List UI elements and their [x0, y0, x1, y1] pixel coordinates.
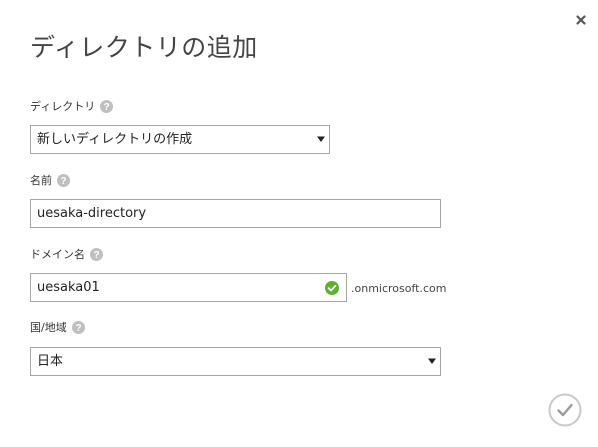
name-label-text: 名前 — [30, 174, 52, 187]
directory-select-value: 新しいディレクトリの作成 — [37, 132, 193, 147]
region-select-value: 日本 — [37, 354, 64, 369]
submit-button[interactable] — [548, 393, 582, 427]
checkmark-circle-icon — [548, 393, 582, 427]
help-icon[interactable]: ? — [100, 99, 114, 113]
name-label: 名前 ? — [30, 172, 70, 188]
region-select[interactable]: 日本 — [30, 347, 441, 376]
svg-text:?: ? — [75, 323, 81, 334]
help-icon[interactable]: ? — [90, 247, 103, 261]
svg-text:?: ? — [60, 176, 66, 187]
domain-label-text: ドメイン名 — [30, 248, 85, 261]
domain-suffix: .onmicrosoft.com — [351, 282, 447, 295]
name-input[interactable] — [30, 199, 441, 228]
svg-text:?: ? — [93, 250, 99, 261]
domain-label: ドメイン名 ? — [30, 246, 103, 262]
directory-select[interactable]: 新しいディレクトリの作成 — [30, 125, 330, 154]
valid-check-icon — [325, 281, 339, 295]
directory-label-text: ディレクトリ — [30, 100, 96, 113]
add-directory-dialog: ディレクトリの追加 ディレクトリ ? 新しいディレクトリの作成 名前 ? ドメイ… — [0, 0, 598, 447]
close-icon — [576, 15, 586, 25]
close-button[interactable] — [571, 10, 591, 30]
help-icon[interactable]: ? — [71, 320, 85, 334]
chevron-down-icon — [317, 135, 325, 143]
directory-label: ディレクトリ ? — [30, 98, 114, 114]
region-label-text: 国/地域 — [30, 321, 67, 334]
svg-text:?: ? — [104, 102, 110, 113]
help-icon[interactable]: ? — [57, 173, 70, 187]
dialog-title: ディレクトリの追加 — [30, 33, 258, 62]
chevron-down-icon — [428, 357, 436, 365]
region-label: 国/地域 ? — [30, 319, 85, 335]
domain-input[interactable] — [30, 273, 347, 302]
